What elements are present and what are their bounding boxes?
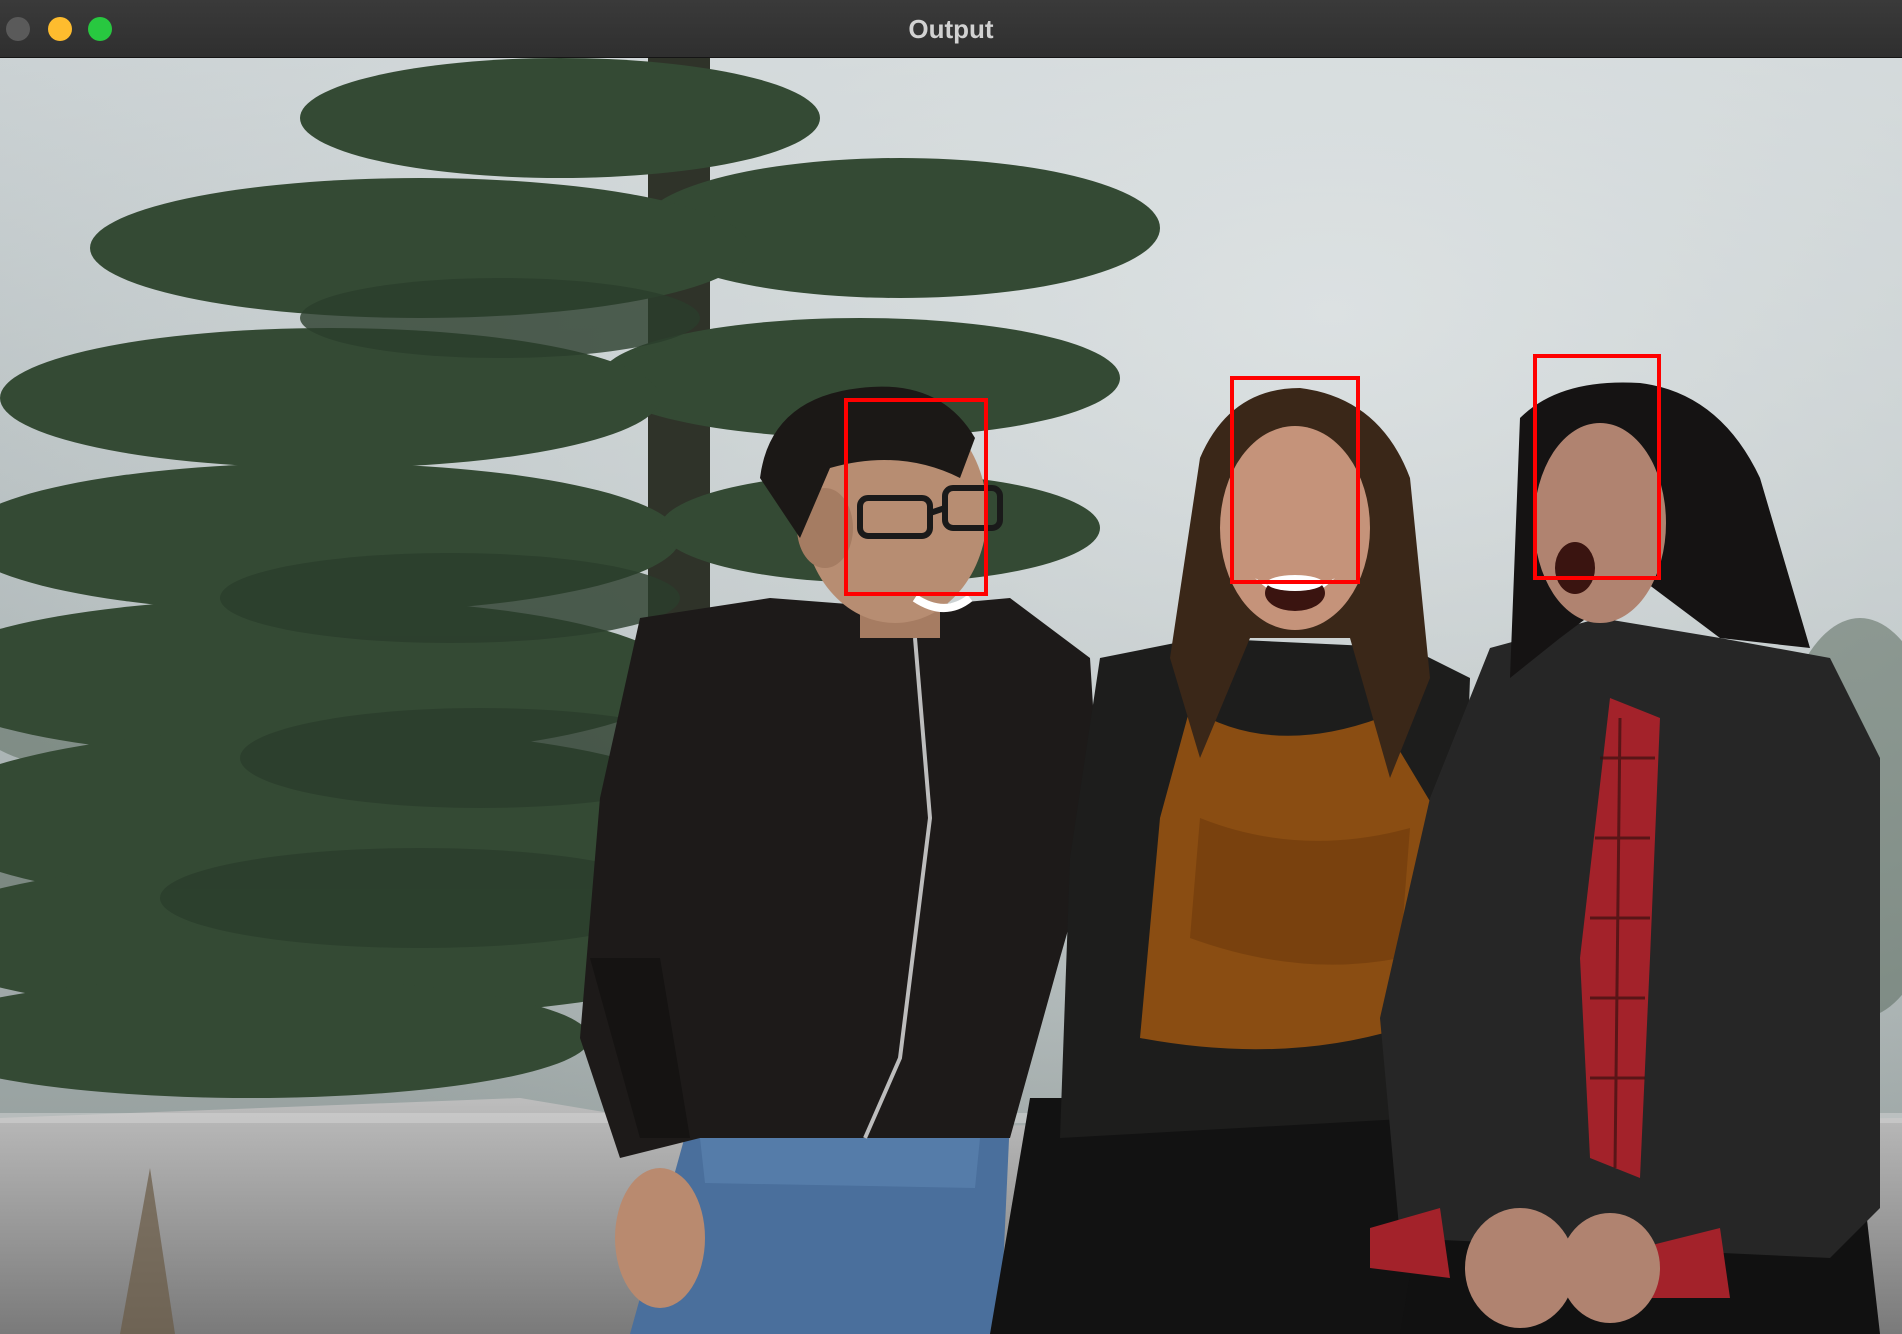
photo: [0, 58, 1902, 1334]
app-window: Output: [0, 0, 1902, 1334]
title-bar[interactable]: Output: [0, 0, 1902, 58]
window-title: Output: [908, 14, 994, 44]
output-image: [0, 58, 1902, 1334]
